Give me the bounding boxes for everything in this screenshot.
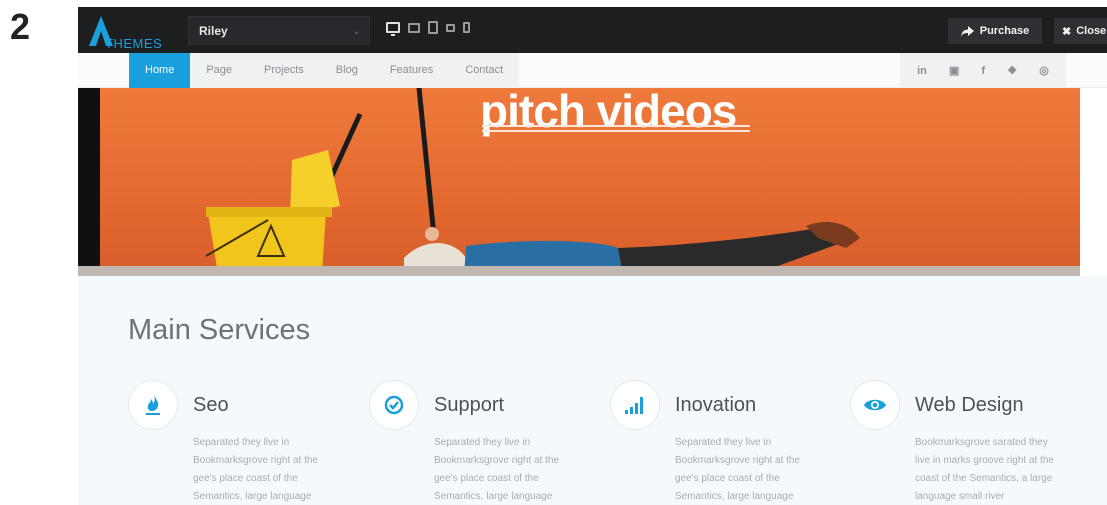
nav-item-projects[interactable]: Projects	[248, 53, 320, 88]
signal-bars-icon	[610, 380, 660, 430]
chevron-down-icon: ⌄	[351, 25, 361, 37]
facebook-icon[interactable]: f	[982, 65, 986, 77]
services-section: Main Services Seo Separated they live in…	[78, 276, 1107, 505]
preview-edge	[1080, 88, 1107, 276]
nav-menu: Home Page Projects Blog Features Contact	[129, 53, 520, 88]
service-description: Separated they live in Bookmarksgrove ri…	[193, 437, 319, 502]
laptop-icon[interactable]	[408, 22, 420, 33]
close-icon: ✖	[1062, 25, 1072, 38]
phone-landscape-icon[interactable]	[446, 23, 455, 32]
hero-floor	[78, 266, 1080, 276]
service-description: Separated they live in Bookmarksgrove ri…	[675, 437, 801, 502]
site-navbar: Home Page Projects Blog Features Contact…	[78, 53, 1107, 88]
preview-toolbar: THEMES Riley ⌄ Purchase ✖ Close	[78, 7, 1107, 53]
nav-item-features[interactable]: Features	[374, 53, 449, 88]
service-title: Support	[434, 394, 505, 416]
desktop-icon[interactable]	[386, 22, 400, 36]
step-number: 2	[10, 6, 31, 47]
service-description: Separated they live in Bookmarksgrove ri…	[434, 437, 560, 502]
social-links: in ▣ f ❖ ◎	[900, 53, 1066, 88]
screenshot-stage: 2 THEMES Riley ⌄ Purchase ✖ Close Home P…	[0, 0, 1107, 505]
service-title: Web Design	[915, 394, 1024, 416]
phone-icon[interactable]	[463, 22, 470, 33]
nav-item-home[interactable]: Home	[129, 53, 191, 88]
linkedin-icon[interactable]: in	[917, 65, 927, 77]
check-circle-icon	[369, 380, 419, 430]
flame-icon	[128, 380, 178, 430]
service-description: Bookmarksgrove sarated they live in mark…	[915, 437, 1054, 502]
theme-select-value: Riley	[199, 24, 228, 38]
logo-text: THEMES	[105, 36, 163, 51]
themes-logo[interactable]: THEMES	[88, 15, 178, 51]
device-switcher	[386, 21, 470, 36]
services-title: Main Services	[128, 314, 311, 346]
nav-item-blog[interactable]: Blog	[320, 53, 374, 88]
service-title: Inovation	[675, 394, 757, 416]
dribbble-icon[interactable]: ◎	[1039, 64, 1049, 77]
purchase-label: Purchase	[979, 25, 1030, 37]
dropbox-icon[interactable]: ❖	[1007, 64, 1017, 77]
theme-select[interactable]: Riley ⌄	[188, 16, 370, 45]
close-label: Close	[1076, 25, 1107, 37]
purchase-button[interactable]: Purchase	[948, 18, 1042, 44]
tablet-icon[interactable]	[428, 21, 438, 34]
eye-icon	[850, 380, 900, 430]
nav-item-page[interactable]: Page	[190, 53, 248, 88]
hero-banner: pitch videos	[78, 88, 1080, 276]
nav-item-contact[interactable]: Contact	[449, 53, 519, 88]
close-button[interactable]: ✖ Close	[1054, 18, 1107, 44]
hero-underline-1	[482, 125, 750, 127]
service-title: Seo	[193, 394, 229, 416]
flickr-icon[interactable]: ▣	[949, 64, 959, 77]
share-arrow-icon	[960, 25, 974, 37]
hero-underline-2	[482, 130, 750, 132]
